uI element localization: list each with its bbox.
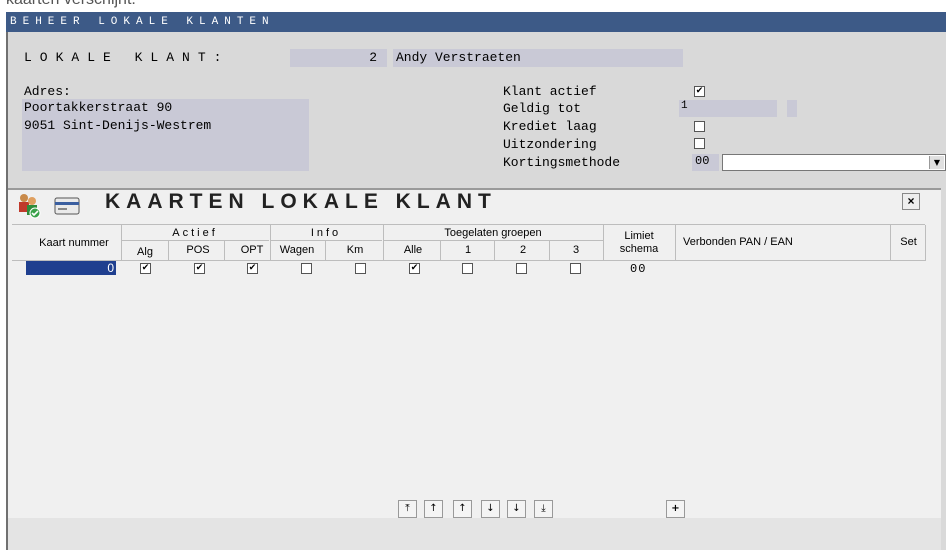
close-button[interactable]: × xyxy=(902,193,920,210)
nav-next-button[interactable]: ↓ xyxy=(481,500,500,518)
discount-code-field[interactable]: 00 xyxy=(692,154,719,171)
col-limit-line2: schema xyxy=(619,243,659,255)
customer-name: Andy Verstraeten xyxy=(396,50,521,65)
window-title: BEHEER LOKALE KLANTEN xyxy=(10,16,275,28)
col-g2: 2 xyxy=(519,244,527,256)
col-g1: 1 xyxy=(464,244,472,256)
col-pos: POS xyxy=(186,244,210,256)
double-down-icon: ↓ xyxy=(512,503,521,514)
first-icon: ⤒ xyxy=(405,503,410,514)
col-sep xyxy=(925,225,926,261)
card-icon xyxy=(54,196,80,216)
col-sep xyxy=(224,241,225,261)
card-number-input[interactable]: 0 xyxy=(26,261,116,275)
col-sep xyxy=(675,225,676,261)
exception-label: Uitzondering xyxy=(503,137,597,152)
up-arrow-icon: ↑ xyxy=(458,503,467,514)
row-limit[interactable]: 00 xyxy=(630,262,646,276)
col-km: Km xyxy=(346,244,364,256)
close-icon: × xyxy=(907,194,915,208)
valid-until-field[interactable]: 1 xyxy=(679,100,777,117)
subheader-line xyxy=(383,240,603,241)
col-limit-line1: Limiet xyxy=(624,230,654,242)
valid-until-value: 1 xyxy=(681,100,688,112)
customer-number-field[interactable]: 2 xyxy=(290,49,387,67)
credit-low-label: Krediet laag xyxy=(503,119,597,134)
row-g2-checkbox[interactable] xyxy=(516,263,527,274)
col-group-actief: Actief xyxy=(172,227,218,239)
status-strip xyxy=(8,518,941,550)
discount-label: Kortingsmethode xyxy=(503,155,621,170)
valid-until-label: Geldig tot xyxy=(503,101,582,116)
subheader-line xyxy=(121,240,269,241)
row-km-checkbox[interactable] xyxy=(355,263,366,274)
col-linked: Verbonden PAN / EAN xyxy=(683,236,793,248)
row-wagen-checkbox[interactable] xyxy=(301,263,312,274)
users-icon xyxy=(17,192,53,222)
col-alle: Alle xyxy=(403,244,423,256)
plus-icon: + xyxy=(671,503,680,514)
header-bottom-line xyxy=(12,260,925,261)
valid-until-extra[interactable] xyxy=(787,100,797,117)
down-arrow-icon: ↓ xyxy=(486,503,495,514)
credit-low-checkbox[interactable] xyxy=(694,121,705,132)
col-sep xyxy=(440,241,441,261)
top-caption: kaarten verschijnt. xyxy=(6,0,136,9)
add-button[interactable]: + xyxy=(666,500,685,518)
address-label: Adres: xyxy=(24,84,71,99)
customer-label: LOKALE KLANT: xyxy=(24,50,230,65)
discount-code: 00 xyxy=(695,154,710,168)
active-checkbox[interactable]: ✔ xyxy=(694,86,705,97)
double-up-icon: ↑ xyxy=(429,503,438,514)
col-sep xyxy=(325,241,326,261)
nav-prev-button[interactable]: ↑ xyxy=(453,500,472,518)
customer-name-field[interactable]: Andy Verstraeten xyxy=(393,49,683,67)
row-pos-checkbox[interactable]: ✔ xyxy=(194,263,205,274)
subheader-line xyxy=(270,240,382,241)
chevron-down-icon[interactable]: ▼ xyxy=(929,156,944,169)
col-g3: 3 xyxy=(572,244,580,256)
col-wagen: Wagen xyxy=(279,244,315,256)
exception-checkbox[interactable] xyxy=(694,138,705,149)
nav-last-button[interactable]: ⤓ xyxy=(534,500,553,518)
row-alle-checkbox[interactable]: ✔ xyxy=(409,263,420,274)
row-alg-checkbox[interactable]: ✔ xyxy=(140,263,151,274)
address-line2: 9051 Sint-Denijs-Westrem xyxy=(24,118,212,133)
col-card-number: Kaart nummer xyxy=(39,237,109,249)
row-opt-checkbox[interactable]: ✔ xyxy=(247,263,258,274)
col-set: Set xyxy=(900,236,917,248)
header-top-line xyxy=(12,224,925,225)
window-titlebar: BEHEER LOKALE KLANTEN xyxy=(6,12,946,32)
nav-prev-page-button[interactable]: ↑ xyxy=(424,500,443,518)
address-line1: Poortakkerstraat 90 xyxy=(24,100,173,115)
address-field[interactable]: Poortakkerstraat 90 9051 Sint-Denijs-Wes… xyxy=(22,99,309,171)
col-sep xyxy=(890,225,891,261)
row-g1-checkbox[interactable] xyxy=(462,263,473,274)
col-sep xyxy=(168,241,169,261)
active-label: Klant actief xyxy=(503,84,597,99)
col-group-info: Info xyxy=(310,227,342,239)
col-opt: OPT xyxy=(240,244,264,256)
nav-first-button[interactable]: ⤒ xyxy=(398,500,417,518)
last-icon: ⤓ xyxy=(541,503,546,514)
col-alg: Alg xyxy=(137,246,153,258)
nav-next-page-button[interactable]: ↓ xyxy=(507,500,526,518)
customer-number: 2 xyxy=(369,50,377,65)
col-sep xyxy=(494,241,495,261)
discount-dropdown[interactable]: ▼ xyxy=(722,154,946,171)
col-group-groups: Toegelaten groepen xyxy=(444,227,542,239)
col-sep xyxy=(549,241,550,261)
row-g3-checkbox[interactable] xyxy=(570,263,581,274)
cards-panel-title: KAARTEN LOKALE KLANT xyxy=(105,190,497,213)
